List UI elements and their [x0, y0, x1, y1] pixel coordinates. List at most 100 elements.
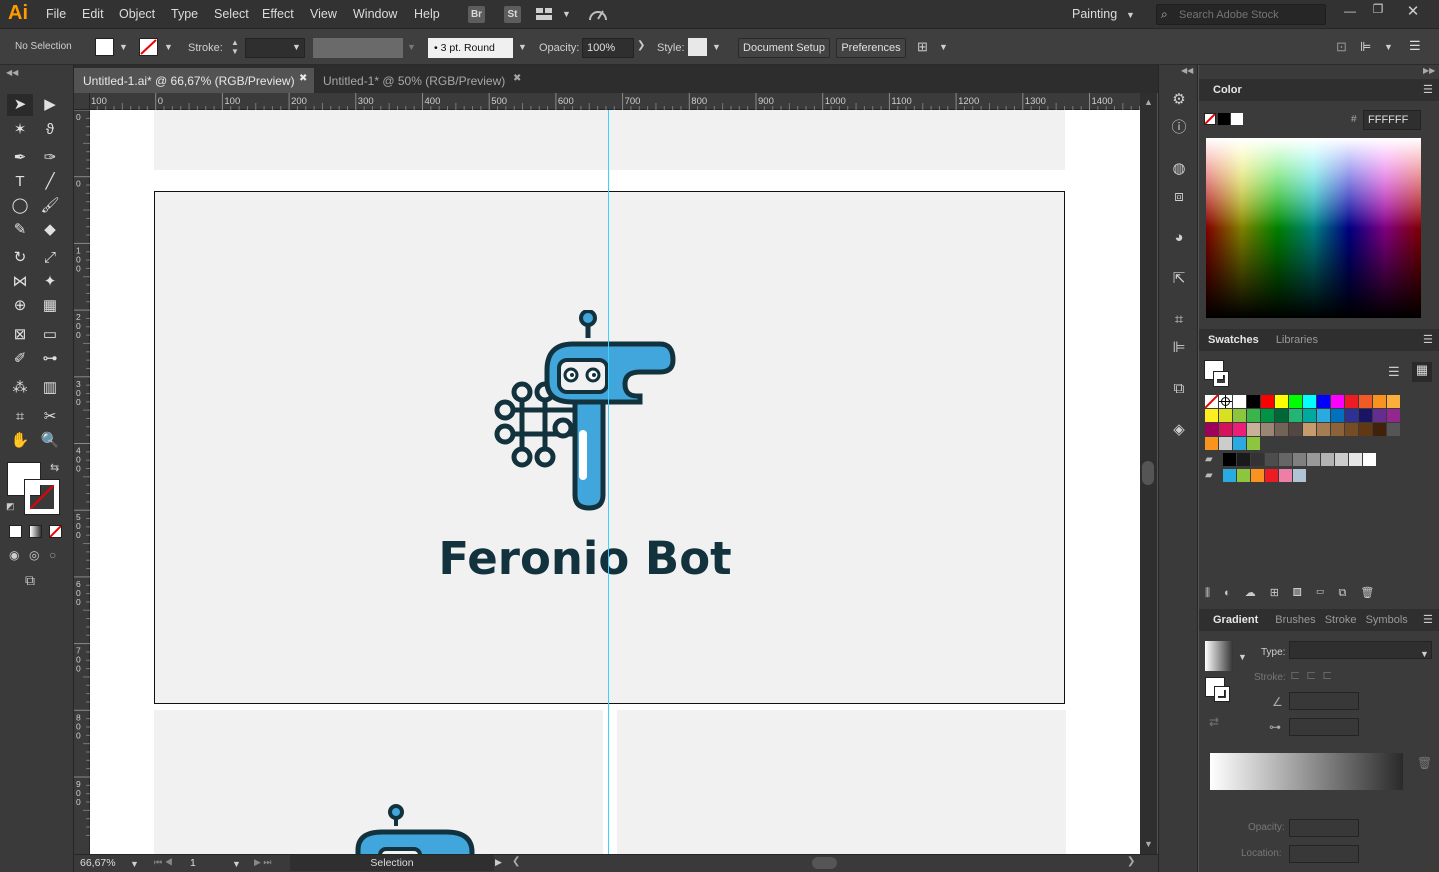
artboard-number[interactable]: 1	[190, 857, 196, 869]
line-tool-icon[interactable]: ╱	[37, 171, 63, 193]
menu-view[interactable]: View	[310, 7, 337, 21]
chevron-down-icon[interactable]: ▼	[407, 42, 416, 52]
scroll-down-icon[interactable]: ▼	[1144, 839, 1153, 849]
swatch[interactable]	[1247, 423, 1260, 436]
swatch[interactable]	[1275, 395, 1288, 408]
lasso-tool-icon[interactable]: ϑ	[37, 119, 63, 141]
swatch[interactable]	[1293, 469, 1306, 482]
swatch-grid[interactable]: ▰ ▰	[1204, 394, 1435, 485]
search-input[interactable]	[1179, 7, 1319, 22]
swatch[interactable]	[1331, 423, 1344, 436]
chevron-down-icon[interactable]: ▼	[1384, 42, 1393, 52]
swatch[interactable]	[1387, 423, 1400, 436]
mesh-tool-icon[interactable]: ⊠	[7, 324, 33, 346]
status-menu-icon[interactable]: ▶	[495, 857, 502, 868]
chevron-down-icon[interactable]: ▼	[130, 859, 139, 869]
gradient-preview[interactable]	[1205, 641, 1233, 671]
eraser-tool-icon[interactable]: ◆	[37, 219, 63, 241]
gradient-tool-icon[interactable]: ▭	[37, 324, 63, 346]
scroll-up-icon[interactable]: ▲	[1144, 97, 1153, 107]
shaper-tool-icon[interactable]: ✎	[7, 219, 33, 241]
swatch[interactable]	[1289, 409, 1302, 422]
ruler-origin[interactable]	[74, 93, 90, 110]
swatch-none[interactable]	[1204, 394, 1219, 409]
menu-edit[interactable]: Edit	[82, 7, 104, 21]
tab-swatches[interactable]: Swatches	[1208, 334, 1259, 346]
align-icon[interactable]: ⊡	[1336, 39, 1350, 54]
swatch[interactable]	[1359, 423, 1372, 436]
swatch[interactable]	[1331, 395, 1344, 408]
direct-selection-tool-icon[interactable]: ▶	[37, 94, 63, 116]
swatch[interactable]	[1219, 409, 1232, 422]
paintbrush-tool-icon[interactable]: 🖌	[37, 195, 63, 217]
swatch[interactable]	[1279, 469, 1292, 482]
eyedropper-tool-icon[interactable]: ✐	[7, 348, 33, 370]
blend-tool-icon[interactable]: ⊶	[37, 348, 63, 370]
swatch-stroke[interactable]	[1213, 371, 1229, 387]
tab-symbols[interactable]: Symbols	[1366, 614, 1408, 626]
swatch[interactable]	[1373, 423, 1386, 436]
gradient-type-select[interactable]: ▼	[1289, 641, 1432, 659]
chevron-down-icon[interactable]: ▼	[119, 42, 128, 52]
swatch[interactable]	[1275, 423, 1288, 436]
swatch[interactable]	[1303, 395, 1316, 408]
symbol-sprayer-tool-icon[interactable]: ⁂	[7, 377, 33, 399]
swatch[interactable]	[1219, 423, 1232, 436]
color-mode-icon[interactable]	[9, 525, 22, 538]
tab-stroke[interactable]: Stroke	[1325, 614, 1357, 626]
tab-libraries[interactable]: Libraries	[1276, 334, 1318, 346]
tab-document-2[interactable]: Untitled-1* @ 50% (RGB/Preview) ✖	[314, 68, 530, 93]
slice-tool-icon[interactable]: ✂	[37, 406, 63, 428]
hex-field[interactable]: FFFFFF	[1363, 110, 1421, 130]
folder-icon[interactable]: ▰	[1205, 470, 1213, 481]
guide-line[interactable]	[608, 110, 609, 854]
chevron-down-icon[interactable]: ▼	[232, 859, 241, 869]
swatch[interactable]	[1237, 469, 1250, 482]
artboard-tool-icon[interactable]: ⌗	[7, 406, 33, 428]
angle-field[interactable]	[1289, 692, 1359, 710]
swatch[interactable]	[1233, 409, 1246, 422]
swatch[interactable]	[1345, 423, 1358, 436]
canvas[interactable]: Feronio Bot	[90, 110, 1140, 854]
stroke-weight-stepper[interactable]: ▲ ▼	[228, 38, 242, 58]
swatch[interactable]	[1317, 423, 1330, 436]
swatch[interactable]	[1387, 409, 1400, 422]
zoom-level[interactable]: 66,67%	[80, 857, 116, 869]
collapse-icon[interactable]: ◀◀	[6, 68, 18, 77]
draw-inside-icon[interactable]: ○	[49, 548, 56, 562]
scroll-right-icon[interactable]: ❯	[1127, 856, 1135, 867]
reverse-gradient-icon[interactable]: ⇄	[1209, 715, 1219, 729]
swatch[interactable]	[1317, 395, 1330, 408]
swatch[interactable]	[1349, 453, 1362, 466]
menu-select[interactable]: Select	[214, 7, 249, 21]
swatch[interactable]	[1265, 469, 1278, 482]
default-colors-icon[interactable]: ◩	[6, 501, 15, 512]
swatch[interactable]	[1251, 453, 1264, 466]
preferences-button[interactable]: Preferences	[836, 38, 906, 58]
swatch[interactable]	[1247, 437, 1260, 450]
tab-gradient[interactable]: Gradient	[1213, 614, 1258, 626]
close-tab-icon[interactable]: ✖	[299, 73, 307, 84]
menu-file[interactable]: File	[46, 7, 66, 21]
swatch[interactable]	[1321, 453, 1334, 466]
expand-icon[interactable]: ▶▶	[1423, 66, 1435, 75]
minimize-button[interactable]: —	[1340, 4, 1360, 22]
swatch[interactable]	[1247, 395, 1260, 408]
swatch[interactable]	[1345, 409, 1358, 422]
swatch[interactable]	[1233, 423, 1246, 436]
chevron-down-icon[interactable]: ▼	[1126, 10, 1135, 20]
tab-document-1[interactable]: Untitled-1.ai* @ 66,67% (RGB/Preview) ✖	[74, 68, 314, 93]
none-swatch[interactable]	[1204, 113, 1216, 125]
aspect-ratio-field[interactable]	[1289, 718, 1359, 736]
rotate-tool-icon[interactable]: ↻	[7, 247, 33, 269]
artboard-bottom-right[interactable]	[617, 710, 1066, 854]
pen-tool-icon[interactable]: ✒	[7, 147, 33, 169]
scale-tool-icon[interactable]: ⤢	[37, 247, 63, 269]
restore-button[interactable]: ❐	[1368, 2, 1388, 20]
swatch[interactable]	[1205, 423, 1218, 436]
menu-object[interactable]: Object	[119, 7, 155, 21]
arrange-documents-icon[interactable]	[536, 7, 552, 21]
swatch[interactable]	[1331, 409, 1344, 422]
scroll-thumb[interactable]	[1142, 461, 1154, 485]
swatch[interactable]	[1387, 395, 1400, 408]
